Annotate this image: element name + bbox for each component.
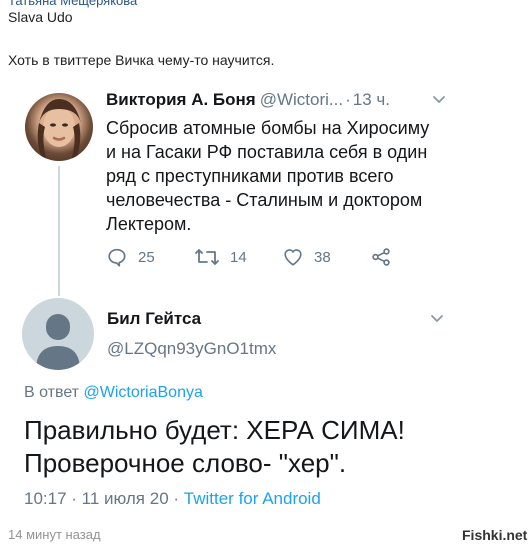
avatar-photo [37,99,81,161]
reply-context: В ответ @WictoriaBonya [24,384,203,402]
tweet-meta: 10:17 · 11 июля 20 · Twitter for Android [24,489,321,509]
tweet-client-link[interactable]: Twitter for Android [184,489,321,508]
user-handle[interactable]: @Wictori... [260,90,343,109]
default-profile-icon [36,314,80,370]
post-time[interactable]: 14 минут назад [8,527,101,542]
separator: · [345,90,351,109]
chevron-down-icon[interactable] [431,91,447,112]
user-handle[interactable]: @LZQqn93yGnO1tmx [107,339,276,359]
reply-count: 25 [138,248,155,266]
heart-icon [282,246,304,268]
default-avatar[interactable] [22,298,94,370]
tweet-header: Виктория А. Боня @Wictori... · 13 ч. [106,90,390,110]
retweet-count: 14 [230,248,247,266]
retweet-icon [194,246,220,268]
avatar[interactable] [25,93,93,161]
thread-line [58,166,60,296]
tweet-timestamp[interactable]: 10:17 · 11 июля 20 · [24,489,179,508]
reply-icon [106,246,128,268]
post-author-link[interactable]: Татьяна Мещерякова [8,0,137,8]
display-name[interactable]: Бил Гейтса [107,309,201,329]
reply-prefix: В ответ [24,384,80,401]
watermark: Fishki.net [462,527,528,543]
tweet-time[interactable]: 13 ч. [353,90,390,109]
post-text: Хоть в твиттере Вичка чему-то научится. [8,52,275,68]
like-count: 38 [314,248,331,266]
like-button[interactable]: 38 [282,246,331,268]
tweet-text: Правильно будет: ХЕРА СИМА! Проверочное … [24,415,405,478]
share-icon [370,246,392,268]
tweet-text: Сбросив атомные бомбы на Хиросиму и на Г… [106,118,430,234]
display-name[interactable]: Виктория А. Боня [106,90,256,109]
reply-handle-link[interactable]: @WictoriaBonya [83,384,202,401]
share-button[interactable] [370,246,392,268]
reply-to-name[interactable]: Slava Udo [8,9,73,25]
reply-button[interactable]: 25 [106,246,155,268]
retweet-button[interactable]: 14 [194,246,247,268]
chevron-down-icon[interactable] [429,310,445,331]
